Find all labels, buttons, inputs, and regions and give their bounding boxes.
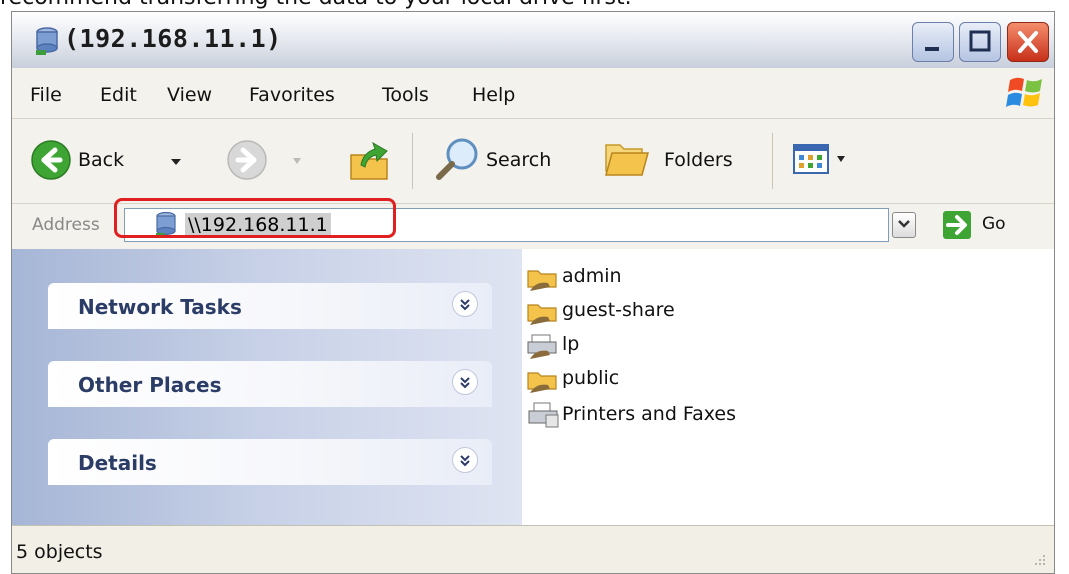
back-button[interactable]: Back — [30, 139, 190, 183]
double-chevron-down-icon — [460, 299, 470, 311]
chevron-down-icon[interactable] — [452, 447, 478, 473]
search-button[interactable]: Search — [434, 135, 584, 185]
address-dropdown-button[interactable] — [892, 212, 916, 238]
network-tasks-panel[interactable]: Network Tasks — [48, 283, 492, 329]
toolbar: Back Search Folders — [12, 119, 1054, 204]
explorer-window: (192.168.11.1) File Edit View Favorites … — [11, 11, 1055, 574]
forward-button[interactable] — [226, 139, 316, 183]
back-dropdown-icon[interactable] — [170, 157, 182, 167]
toolbar-separator — [772, 133, 773, 189]
file-name: lp — [562, 333, 580, 355]
close-icon — [1018, 31, 1038, 53]
up-folder-icon[interactable] — [347, 137, 393, 183]
title-bar[interactable]: (192.168.11.1) — [12, 12, 1054, 68]
shared-printer-icon — [527, 334, 557, 359]
menu-bar: File Edit View Favorites Tools Help — [12, 68, 1054, 119]
back-label: Back — [78, 149, 125, 171]
shared-folder-icon — [527, 304, 557, 325]
menu-edit[interactable]: Edit — [100, 84, 137, 106]
other-places-panel[interactable]: Other Places — [48, 361, 492, 407]
file-name: admin — [562, 265, 622, 287]
go-arrow-icon — [943, 211, 971, 239]
windows-logo-icon — [1006, 77, 1042, 107]
page-header-text: recommend transferring the data to your … — [0, 0, 1069, 11]
go-label: Go — [982, 214, 1006, 234]
views-dropdown-icon — [837, 156, 845, 162]
views-icon — [793, 144, 829, 174]
task-panel-label: Network Tasks — [78, 295, 242, 319]
go-button[interactable]: Go — [942, 208, 1042, 242]
menu-file[interactable]: File — [30, 84, 62, 106]
address-label: Address — [32, 215, 100, 235]
task-panel-label: Other Places — [78, 373, 222, 397]
file-name: public — [562, 367, 620, 389]
file-name: Printers and Faxes — [562, 403, 737, 425]
back-arrow-icon — [31, 140, 71, 180]
menu-tools[interactable]: Tools — [382, 84, 429, 106]
minimize-icon — [925, 47, 939, 51]
chevron-down-icon[interactable] — [452, 369, 478, 395]
maximize-icon — [969, 30, 991, 52]
forward-dropdown-icon[interactable] — [292, 157, 302, 165]
status-bar: 5 objects — [12, 525, 1054, 573]
double-chevron-down-icon — [460, 377, 470, 389]
printers-faxes-icon — [528, 402, 559, 428]
chevron-down-icon[interactable] — [452, 291, 478, 317]
double-chevron-down-icon — [460, 455, 470, 467]
maximize-button[interactable] — [959, 22, 1001, 62]
magnifier-icon — [436, 138, 478, 180]
menu-help[interactable]: Help — [472, 84, 515, 106]
minimize-button[interactable] — [912, 22, 954, 62]
resize-grip-icon[interactable] — [1030, 552, 1048, 570]
details-panel[interactable]: Details — [48, 439, 492, 485]
window-title: (192.168.11.1) — [64, 24, 282, 53]
address-highlight-box — [114, 198, 396, 238]
network-drive-icon — [36, 27, 58, 55]
shared-folder-icon — [527, 372, 557, 393]
folders-button[interactable]: Folders — [602, 135, 762, 185]
folders-icon — [605, 144, 649, 176]
search-label: Search — [486, 149, 552, 171]
menu-favorites[interactable]: Favorites — [249, 84, 335, 106]
forward-arrow-icon — [227, 140, 267, 180]
status-text: 5 objects — [16, 541, 103, 563]
toolbar-separator — [412, 133, 413, 189]
task-pane: Network Tasks Other Places Details — [12, 249, 522, 525]
menu-view[interactable]: View — [167, 84, 212, 106]
views-button[interactable] — [792, 141, 862, 181]
file-list: admin guest-share lp public Printers and… — [522, 249, 1054, 525]
shared-folder-icon — [527, 270, 557, 291]
file-name: guest-share — [562, 299, 675, 321]
folders-label: Folders — [664, 149, 733, 171]
task-panel-label: Details — [78, 451, 157, 475]
close-button[interactable] — [1007, 22, 1049, 62]
chevron-down-icon — [898, 220, 910, 228]
